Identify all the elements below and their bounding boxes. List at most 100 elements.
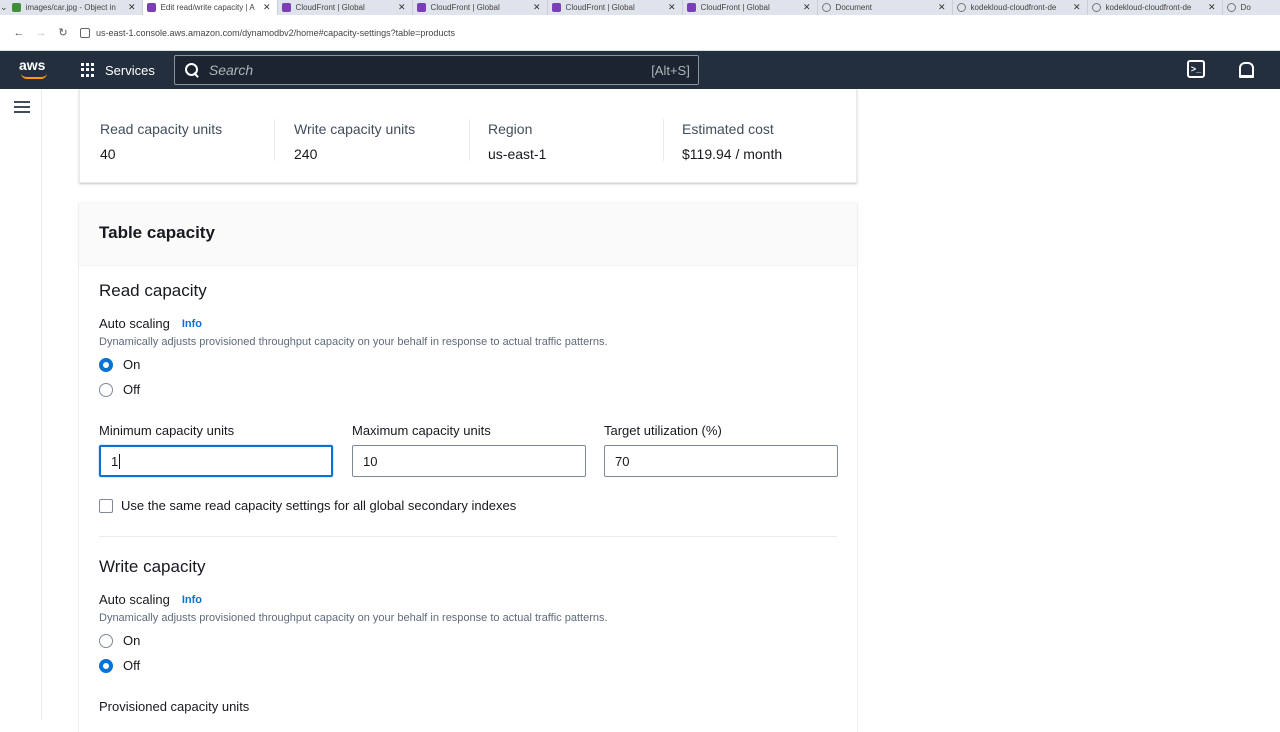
read-auto-scaling-on-radio[interactable] [99,357,113,372]
read-auto-scaling-off-radio[interactable] [99,382,113,397]
url-text: us-east-1.console.aws.amazon.com/dynamod… [96,27,455,38]
max-capacity-input[interactable]: 10 [352,445,586,477]
table-capacity-header: Table capacity [79,202,857,266]
target-utilization-label: Target utilization (%) [604,423,722,438]
write-auto-scaling-on-radio[interactable] [99,633,113,648]
services-menu-button[interactable]: Services [81,62,155,78]
back-arrow-icon[interactable]: ← [8,22,30,44]
browser-tab-strip: ⌄ images/car.jpg - Object in ✕ Edit read/w… [0,0,1280,15]
write-auto-scaling-off-label: Off [123,658,141,673]
forward-arrow-icon[interactable]: → [30,22,52,44]
globe-favicon-icon [1091,3,1101,12]
min-capacity-label: Minimum capacity units [99,423,235,438]
globe-favicon-icon [821,3,831,12]
tab-search-chevron-icon[interactable]: ⌄ [0,0,8,15]
browser-tab-title: Document [835,3,873,12]
summary-region-value: us-east-1 [488,146,547,162]
side-navigation-rail [0,89,42,720]
close-tab-icon[interactable]: ✕ [803,2,811,13]
search-icon [184,63,199,77]
browser-tab-title: kodekloud-cloudfront-de [1105,3,1192,12]
write-auto-scaling-off-radio[interactable] [99,658,113,673]
write-capacity-title: Write capacity [99,557,206,576]
close-tab-icon[interactable]: ✕ [1073,2,1081,13]
read-auto-scaling-off-label: Off [123,382,141,397]
services-label: Services [105,62,155,78]
write-auto-scaling-on-label: On [123,633,141,648]
close-tab-icon[interactable]: ✕ [533,2,541,13]
browser-tab-title: CloudFront | Global [565,3,635,12]
aws-service-favicon-icon [146,3,156,12]
browser-tab[interactable]: kodekloud-cloudfront-de ✕ [953,0,1088,15]
table-capacity-card: Table capacity Read capacity Auto scalin… [79,202,857,732]
browser-tab[interactable]: Document ✕ [818,0,953,15]
browser-tab-title: Do [1240,3,1251,12]
write-auto-scaling-info-link[interactable]: Info [182,594,202,606]
summary-divider [663,119,664,161]
summary-write-capacity-label: Write capacity units [294,121,416,137]
browser-tab[interactable]: images/car.jpg - Object in ✕ [8,0,143,15]
hamburger-menu-icon[interactable] [14,101,30,114]
max-capacity-value: 10 [363,453,378,469]
summary-read-capacity-value: 40 [100,146,116,162]
cloudshell-icon[interactable]: >_ [1187,60,1205,78]
aws-service-favicon-icon [281,3,291,12]
close-tab-icon[interactable]: ✕ [398,2,406,13]
close-tab-icon[interactable]: ✕ [668,2,676,13]
browser-tab-title: CloudFront | Global [430,3,500,12]
write-auto-scaling-on-option[interactable]: On [99,633,140,648]
write-auto-scaling-off-option[interactable]: Off [99,658,140,673]
search-shortcut-hint: [Alt+S] [651,62,690,78]
close-tab-icon[interactable]: ✕ [938,2,946,13]
summary-region-label: Region [488,121,533,137]
grid-menu-icon [81,62,96,78]
summary-write-capacity-value: 240 [294,146,318,162]
write-auto-scaling-description: Dynamically adjusts provisioned throughp… [99,612,608,624]
summary-estimated-cost: Estimated cost $119.94 / month [682,121,782,165]
reload-icon[interactable]: ↻ [52,22,74,44]
table-capacity-title: Table capacity [99,223,215,242]
browser-tab[interactable]: CloudFront | Global ✕ [548,0,683,15]
target-utilization-input[interactable]: 70 [604,445,838,477]
aws-service-favicon-icon [686,3,696,12]
browser-tab[interactable]: CloudFront | Global ✕ [413,0,548,15]
gsi-same-settings-checkbox[interactable] [99,498,113,513]
browser-tab[interactable]: CloudFront | Global ✕ [683,0,818,15]
url-field[interactable]: us-east-1.console.aws.amazon.com/dynamod… [80,21,1260,45]
browser-tab-title: CloudFront | Global [295,3,365,12]
browser-tab[interactable]: CloudFront | Global ✕ [278,0,413,15]
browser-tab[interactable]: Edit read/write capacity | A ✕ [142,0,278,15]
gsi-same-settings-option[interactable]: Use the same read capacity settings for … [99,498,516,513]
text-caret [119,453,121,469]
close-tab-icon[interactable]: ✕ [263,2,271,13]
notifications-bell-icon[interactable] [1236,60,1254,78]
capacity-summary-card: Read capacity units 40 Write capacity un… [79,89,857,183]
browser-tab[interactable]: kodekloud-cloudfront-de ✕ [1088,0,1223,15]
summary-divider [274,119,275,161]
close-tab-icon[interactable]: ✕ [1208,2,1216,13]
aws-top-nav: aws Services Search [Alt+S] [0,51,1280,89]
write-auto-scaling-text: Auto scaling [99,592,170,607]
read-auto-scaling-text: Auto scaling [99,316,170,331]
close-tab-icon[interactable]: ✕ [128,2,136,13]
search-placeholder: Search [208,62,254,78]
site-info-icon[interactable] [80,27,90,38]
read-auto-scaling-off-option[interactable]: Off [99,382,140,397]
aws-logo[interactable]: aws [19,58,51,82]
browser-tab-title: Edit read/write capacity | A [160,3,255,12]
read-auto-scaling-on-option[interactable]: On [99,357,140,372]
read-auto-scaling-info-link[interactable]: Info [182,318,202,330]
summary-cost-label: Estimated cost [682,121,774,137]
browser-address-bar: ← → ↻ us-east-1.console.aws.amazon.com/d… [0,15,1280,51]
browser-tab-title: kodekloud-cloudfront-de [970,3,1057,12]
summary-write-capacity: Write capacity units 240 [294,121,415,165]
search-input[interactable]: Search [Alt+S] [173,55,699,85]
min-capacity-input[interactable]: 1 [99,445,333,477]
browser-tab[interactable]: Do [1223,0,1280,15]
s3-favicon-icon [11,3,21,12]
summary-divider [469,119,470,161]
write-auto-scaling-label: Auto scaling Info [99,592,202,607]
summary-region: Region us-east-1 [488,121,546,165]
min-capacity-value: 1 [111,453,119,469]
aws-logo-text: aws [19,57,46,73]
